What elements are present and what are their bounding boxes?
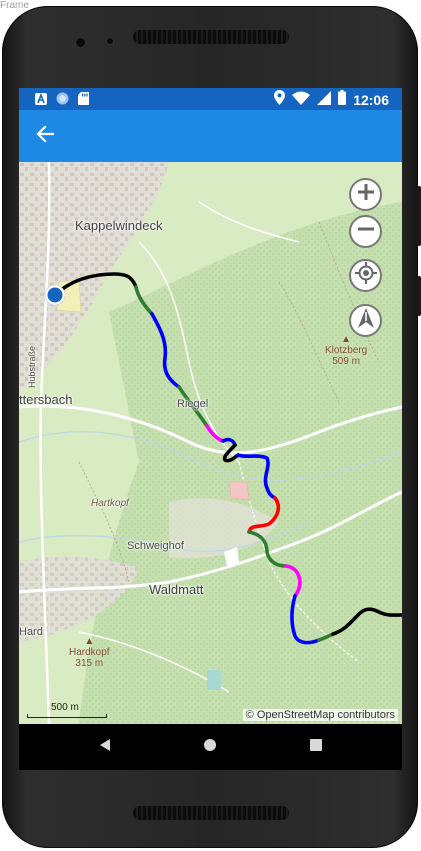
nav-recents-button[interactable] [306, 737, 326, 757]
nav-back-icon [98, 738, 112, 757]
scale-label: 500 m [51, 702, 79, 713]
battery-icon [338, 90, 347, 110]
status-time: 12:06 [353, 92, 389, 108]
compass-icon [357, 307, 375, 334]
front-camera [75, 37, 86, 48]
label-ottersbach: ttersbach [19, 392, 73, 407]
current-location-marker [44, 284, 66, 306]
screen: 12:06 Kappelwindeck ttersbach Riegel Hub… [19, 88, 402, 770]
a-badge-icon [35, 92, 47, 110]
signal-icon [317, 90, 332, 110]
status-bar: 12:06 [19, 88, 402, 110]
zoom-out-icon [357, 220, 375, 243]
scale-bar: 500 m [27, 702, 107, 718]
compass-button[interactable] [349, 304, 382, 337]
location-icon [274, 90, 286, 110]
back-button[interactable] [31, 122, 59, 150]
phone-frame: 12:06 Kappelwindeck ttersbach Riegel Hub… [2, 6, 421, 848]
app-bar [19, 110, 402, 162]
label-schweighof: Schweighof [127, 540, 184, 552]
circle-icon [56, 92, 69, 110]
zoom-out-button[interactable] [349, 215, 382, 248]
navigation-bar [19, 724, 402, 770]
nav-recents-icon [310, 738, 322, 756]
arrow-back-icon [36, 124, 55, 148]
map-view[interactable]: Kappelwindeck ttersbach Riegel Hubstraße… [19, 162, 402, 724]
wifi-icon [292, 91, 311, 110]
my-location-button[interactable] [349, 259, 382, 292]
volume-button[interactable] [417, 186, 421, 246]
top-speaker [133, 30, 289, 44]
label-hartkopf: Hartkopf [91, 498, 129, 509]
nav-back-button[interactable] [95, 737, 115, 757]
my-location-icon [354, 262, 377, 289]
nav-home-button[interactable] [200, 737, 220, 757]
label-riegel: Riegel [177, 398, 209, 410]
sd-card-icon [78, 92, 89, 110]
label-kappelwindeck: Kappelwindeck [75, 218, 163, 233]
zoom-in-button[interactable] [349, 178, 382, 211]
peak-hardkopf: ▲ Hardkopf 315 m [69, 636, 110, 669]
label-hubstrasse: Hubstraße [27, 345, 38, 389]
map-attribution[interactable]: © OpenStreetMap contributors [242, 709, 398, 721]
label-hard: Hard [19, 626, 43, 638]
label-waldmatt: Waldmatt [149, 582, 204, 597]
peak-klotzberg: ▲ Klotzberg 509 m [325, 334, 368, 367]
peak-triangle-icon: ▲ [84, 636, 95, 647]
nav-home-icon [203, 738, 217, 757]
zoom-in-icon [357, 183, 375, 206]
frame-label: Frame [0, 0, 29, 11]
power-button[interactable] [417, 276, 421, 316]
proximity-sensor [106, 37, 114, 45]
bottom-speaker [133, 806, 289, 820]
